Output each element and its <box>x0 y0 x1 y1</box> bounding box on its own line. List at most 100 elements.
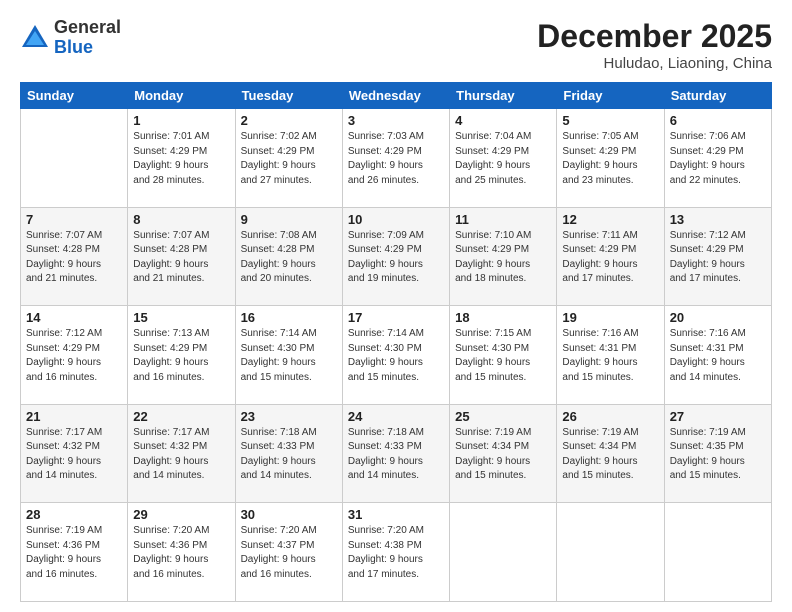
logo-text: General Blue <box>54 18 121 58</box>
page: General Blue December 2025 Huludao, Liao… <box>0 0 792 612</box>
calendar-header-row: SundayMondayTuesdayWednesdayThursdayFrid… <box>21 83 772 109</box>
calendar-cell: 5 Sunrise: 7:05 AM Sunset: 4:29 PM Daylig… <box>557 109 664 208</box>
day-detail: Sunrise: 7:10 AM Sunset: 4:29 PM Dayligh… <box>455 229 551 287</box>
calendar-cell: 10 Sunrise: 7:09 AM Sunset: 4:29 PM Dayli… <box>342 207 449 306</box>
day-detail: Sunrise: 7:15 AM Sunset: 4:30 PM Dayligh… <box>455 327 551 385</box>
calendar-cell <box>450 503 557 602</box>
day-number: 16 <box>241 310 337 325</box>
day-detail: Sunrise: 7:12 AM Sunset: 4:29 PM Dayligh… <box>26 327 122 385</box>
day-detail: Sunrise: 7:04 AM Sunset: 4:29 PM Dayligh… <box>455 130 551 188</box>
calendar-cell: 28 Sunrise: 7:19 AM Sunset: 4:36 PM Dayli… <box>21 503 128 602</box>
calendar-cell: 1Sunrise: 7:01 AM Sunset: 4:29 PM Daylig… <box>128 109 235 208</box>
calendar-week-2: 7Sunrise: 7:07 AM Sunset: 4:28 PM Daylig… <box>21 207 772 306</box>
calendar-cell: 7Sunrise: 7:07 AM Sunset: 4:28 PM Daylig… <box>21 207 128 306</box>
day-number: 14 <box>26 310 122 325</box>
calendar-week-1: 1Sunrise: 7:01 AM Sunset: 4:29 PM Daylig… <box>21 109 772 208</box>
title-block: December 2025 Huludao, Liaoning, China <box>537 18 772 72</box>
day-header-wednesday: Wednesday <box>342 83 449 109</box>
calendar-cell: 14 Sunrise: 7:12 AM Sunset: 4:29 PM Dayli… <box>21 306 128 405</box>
calendar-week-3: 14 Sunrise: 7:12 AM Sunset: 4:29 PM Dayli… <box>21 306 772 405</box>
calendar-cell: 8 Sunrise: 7:07 AM Sunset: 4:28 PM Daylig… <box>128 207 235 306</box>
logo-blue: Blue <box>54 38 121 58</box>
day-number: 22 <box>133 409 229 424</box>
day-number: 4 <box>455 113 551 128</box>
calendar-cell: 6 Sunrise: 7:06 AM Sunset: 4:29 PM Daylig… <box>664 109 771 208</box>
day-number: 2 <box>241 113 337 128</box>
day-number: 23 <box>241 409 337 424</box>
calendar-cell: 22Sunrise: 7:17 AM Sunset: 4:32 PM Dayli… <box>128 404 235 503</box>
day-number: 8 <box>133 212 229 227</box>
day-detail: Sunrise: 7:19 AM Sunset: 4:35 PM Dayligh… <box>670 426 766 484</box>
day-detail: Sunrise: 7:02 AM Sunset: 4:29 PM Dayligh… <box>241 130 337 188</box>
calendar-week-4: 21 Sunrise: 7:17 AM Sunset: 4:32 PM Dayli… <box>21 404 772 503</box>
day-detail: Sunrise: 7:06 AM Sunset: 4:29 PM Dayligh… <box>670 130 766 188</box>
calendar-table: SundayMondayTuesdayWednesdayThursdayFrid… <box>20 82 772 602</box>
calendar-cell: 9 Sunrise: 7:08 AM Sunset: 4:28 PM Daylig… <box>235 207 342 306</box>
location: Huludao, Liaoning, China <box>537 55 772 72</box>
calendar-cell: 19 Sunrise: 7:16 AM Sunset: 4:31 PM Dayli… <box>557 306 664 405</box>
day-number: 24 <box>348 409 444 424</box>
day-header-friday: Friday <box>557 83 664 109</box>
logo: General Blue <box>20 18 121 58</box>
calendar-cell: 23 Sunrise: 7:18 AM Sunset: 4:33 PM Dayli… <box>235 404 342 503</box>
logo-icon <box>20 23 50 53</box>
day-detail: Sunrise: 7:07 AM Sunset: 4:28 PM Dayligh… <box>133 229 229 287</box>
calendar-cell: 2 Sunrise: 7:02 AM Sunset: 4:29 PM Daylig… <box>235 109 342 208</box>
calendar-cell: 29Sunrise: 7:20 AM Sunset: 4:36 PM Dayli… <box>128 503 235 602</box>
day-detail: Sunrise: 7:16 AM Sunset: 4:31 PM Dayligh… <box>670 327 766 385</box>
calendar-cell: 21 Sunrise: 7:17 AM Sunset: 4:32 PM Dayli… <box>21 404 128 503</box>
day-number: 12 <box>562 212 658 227</box>
day-header-saturday: Saturday <box>664 83 771 109</box>
day-number: 20 <box>670 310 766 325</box>
day-number: 9 <box>241 212 337 227</box>
day-detail: Sunrise: 7:20 AM Sunset: 4:38 PM Dayligh… <box>348 524 444 582</box>
day-detail: Sunrise: 7:01 AM Sunset: 4:29 PM Dayligh… <box>133 130 229 188</box>
calendar-cell <box>21 109 128 208</box>
day-detail: Sunrise: 7:16 AM Sunset: 4:31 PM Dayligh… <box>562 327 658 385</box>
day-number: 15 <box>133 310 229 325</box>
day-number: 30 <box>241 507 337 522</box>
day-detail: Sunrise: 7:18 AM Sunset: 4:33 PM Dayligh… <box>348 426 444 484</box>
day-detail: Sunrise: 7:20 AM Sunset: 4:37 PM Dayligh… <box>241 524 337 582</box>
header: General Blue December 2025 Huludao, Liao… <box>20 18 772 72</box>
day-number: 26 <box>562 409 658 424</box>
day-detail: Sunrise: 7:09 AM Sunset: 4:29 PM Dayligh… <box>348 229 444 287</box>
day-number: 18 <box>455 310 551 325</box>
day-number: 19 <box>562 310 658 325</box>
day-detail: Sunrise: 7:19 AM Sunset: 4:36 PM Dayligh… <box>26 524 122 582</box>
day-number: 6 <box>670 113 766 128</box>
day-number: 28 <box>26 507 122 522</box>
day-number: 5 <box>562 113 658 128</box>
day-detail: Sunrise: 7:20 AM Sunset: 4:36 PM Dayligh… <box>133 524 229 582</box>
day-number: 3 <box>348 113 444 128</box>
day-detail: Sunrise: 7:14 AM Sunset: 4:30 PM Dayligh… <box>348 327 444 385</box>
day-detail: Sunrise: 7:08 AM Sunset: 4:28 PM Dayligh… <box>241 229 337 287</box>
day-number: 10 <box>348 212 444 227</box>
day-number: 13 <box>670 212 766 227</box>
day-detail: Sunrise: 7:11 AM Sunset: 4:29 PM Dayligh… <box>562 229 658 287</box>
day-number: 21 <box>26 409 122 424</box>
calendar-cell: 16Sunrise: 7:14 AM Sunset: 4:30 PM Dayli… <box>235 306 342 405</box>
day-detail: Sunrise: 7:19 AM Sunset: 4:34 PM Dayligh… <box>562 426 658 484</box>
day-number: 17 <box>348 310 444 325</box>
day-detail: Sunrise: 7:17 AM Sunset: 4:32 PM Dayligh… <box>26 426 122 484</box>
day-number: 25 <box>455 409 551 424</box>
calendar-cell: 17 Sunrise: 7:14 AM Sunset: 4:30 PM Dayli… <box>342 306 449 405</box>
day-number: 31 <box>348 507 444 522</box>
day-detail: Sunrise: 7:12 AM Sunset: 4:29 PM Dayligh… <box>670 229 766 287</box>
month-year: December 2025 <box>537 18 772 55</box>
day-detail: Sunrise: 7:05 AM Sunset: 4:29 PM Dayligh… <box>562 130 658 188</box>
calendar-cell: 27Sunrise: 7:19 AM Sunset: 4:35 PM Dayli… <box>664 404 771 503</box>
calendar-cell: 24 Sunrise: 7:18 AM Sunset: 4:33 PM Dayli… <box>342 404 449 503</box>
calendar-cell: 26 Sunrise: 7:19 AM Sunset: 4:34 PM Dayli… <box>557 404 664 503</box>
calendar-cell: 12 Sunrise: 7:11 AM Sunset: 4:29 PM Dayli… <box>557 207 664 306</box>
day-header-tuesday: Tuesday <box>235 83 342 109</box>
calendar-cell: 31 Sunrise: 7:20 AM Sunset: 4:38 PM Dayli… <box>342 503 449 602</box>
calendar-cell: 3Sunrise: 7:03 AM Sunset: 4:29 PM Daylig… <box>342 109 449 208</box>
day-detail: Sunrise: 7:13 AM Sunset: 4:29 PM Dayligh… <box>133 327 229 385</box>
calendar-cell: 18 Sunrise: 7:15 AM Sunset: 4:30 PM Dayli… <box>450 306 557 405</box>
day-detail: Sunrise: 7:18 AM Sunset: 4:33 PM Dayligh… <box>241 426 337 484</box>
logo-general: General <box>54 18 121 38</box>
day-header-thursday: Thursday <box>450 83 557 109</box>
calendar-cell: 4 Sunrise: 7:04 AM Sunset: 4:29 PM Daylig… <box>450 109 557 208</box>
